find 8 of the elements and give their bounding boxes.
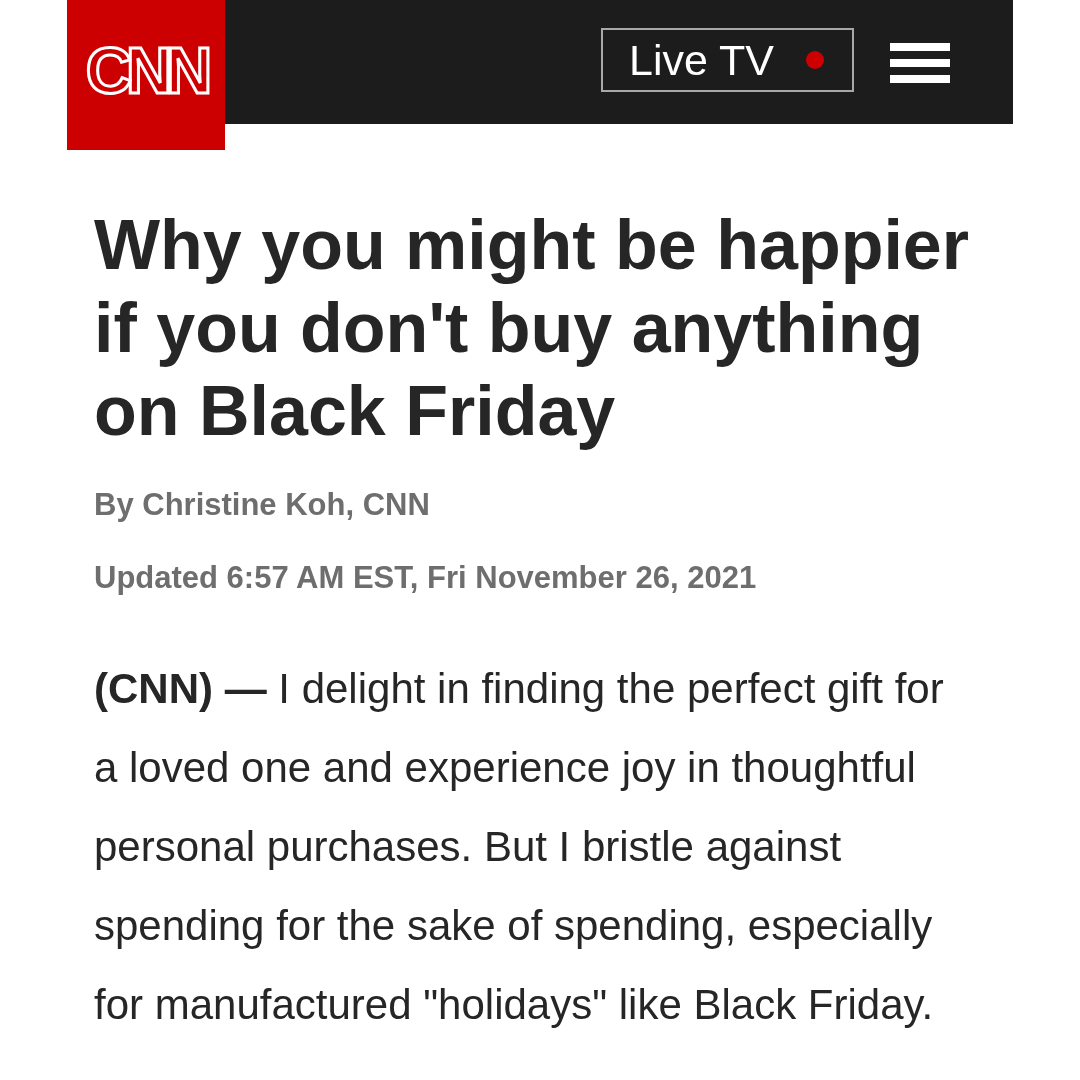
byline: By Christine Koh, CNN bbox=[94, 486, 431, 524]
live-tv-button[interactable]: Live TV bbox=[601, 28, 854, 92]
article-paragraph: (CNN) — I delight in finding the perfect gift for a loved one and experience joy in thoughtful personal purchases. But I bristle against spending for the sake of spending, especially for manufactured "holidays" like Black Friday. bbox=[94, 664, 945, 1030]
updated-timestamp: Updated 6:57 AM EST, Fri November 26, 2021 bbox=[94, 559, 758, 597]
logo[interactable]: CNN bbox=[67, 0, 225, 150]
menu-icon[interactable] bbox=[890, 43, 950, 83]
headline: Why you might be happier if you don't buy anything on Black Friday bbox=[94, 205, 971, 452]
live-dot-icon bbox=[806, 51, 824, 69]
